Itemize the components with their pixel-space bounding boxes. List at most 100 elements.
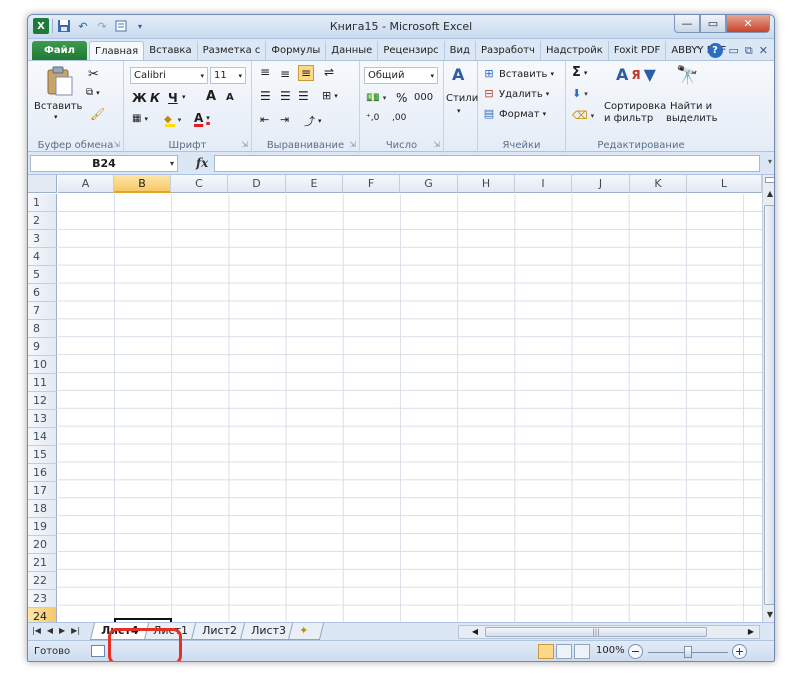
column-header-g[interactable]: G bbox=[400, 175, 458, 193]
formula-input[interactable] bbox=[214, 155, 760, 172]
split-box[interactable] bbox=[765, 177, 774, 183]
bold-button[interactable]: Ж bbox=[132, 91, 147, 105]
row-header[interactable]: 21 bbox=[28, 554, 57, 572]
tab-addins[interactable]: Надстройк bbox=[541, 41, 609, 60]
copy-icon[interactable]: ⧉ ▾ bbox=[86, 87, 100, 98]
styles-icon[interactable]: A bbox=[452, 65, 464, 84]
fill-color-icon[interactable]: ◆ ▾ bbox=[164, 112, 181, 127]
clear-icon[interactable]: ⌫ ▾ bbox=[572, 109, 594, 122]
column-header-b[interactable]: B bbox=[114, 175, 171, 193]
sort-filter-label-2[interactable]: и фильтр bbox=[604, 113, 653, 124]
wrap-text-icon[interactable]: ⇌ bbox=[324, 65, 334, 79]
tab-page-layout[interactable]: Разметка с bbox=[198, 41, 267, 60]
column-header-c[interactable]: C bbox=[171, 175, 228, 193]
find-select-label-2[interactable]: выделить bbox=[666, 113, 717, 124]
horizontal-scrollbar[interactable]: ◀ ||| ▶ bbox=[458, 625, 760, 639]
name-box-dropdown-icon[interactable]: ▾ bbox=[170, 159, 174, 168]
vertical-scroll-thumb[interactable] bbox=[764, 205, 774, 605]
currency-icon[interactable]: 💵 ▾ bbox=[366, 91, 386, 104]
decrease-indent-icon[interactable]: ⇤ bbox=[260, 113, 269, 126]
align-right-icon[interactable]: ☰ bbox=[298, 89, 309, 103]
font-color-icon[interactable]: A ▾ bbox=[194, 111, 210, 125]
underline-dropdown-icon[interactable]: ▾ bbox=[182, 93, 186, 101]
paste-button[interactable]: Вставить bbox=[34, 101, 82, 112]
row-header[interactable]: 14 bbox=[28, 428, 57, 446]
align-bottom-icon[interactable]: ≡ bbox=[298, 65, 315, 81]
horizontal-scroll-thumb[interactable]: ||| bbox=[485, 627, 707, 637]
shrink-font-button[interactable]: A bbox=[226, 92, 234, 103]
column-header-f[interactable]: F bbox=[343, 175, 400, 193]
insert-sheet-tab[interactable]: ✦ bbox=[287, 623, 325, 640]
expand-formula-bar-icon[interactable]: ▾ bbox=[768, 157, 772, 166]
row-header[interactable]: 17 bbox=[28, 482, 57, 500]
delete-cells-button[interactable]: ⊟ Удалить ▾ bbox=[482, 87, 549, 101]
row-header-selected[interactable]: 24 bbox=[28, 608, 57, 622]
row-header[interactable]: 2 bbox=[28, 212, 57, 230]
number-format-combo[interactable]: Общий ▾ bbox=[364, 67, 438, 84]
column-header-e[interactable]: E bbox=[286, 175, 343, 193]
merge-center-icon[interactable]: ⊞ ▾ bbox=[322, 89, 338, 102]
column-header-l[interactable]: L bbox=[687, 175, 762, 193]
help-icon[interactable]: ? bbox=[707, 43, 723, 58]
first-sheet-icon[interactable]: |◀ bbox=[32, 626, 41, 635]
tab-insert[interactable]: Вставка bbox=[144, 41, 198, 60]
zoom-in-button[interactable]: + bbox=[732, 644, 747, 659]
next-sheet-icon[interactable]: ▶ bbox=[59, 626, 65, 635]
row-header[interactable]: 5 bbox=[28, 266, 57, 284]
insert-cells-button[interactable]: ⊞ Вставить ▾ bbox=[482, 67, 554, 81]
tab-developer[interactable]: Разработч bbox=[476, 41, 541, 60]
styles-dropdown-icon[interactable]: ▾ bbox=[457, 107, 461, 115]
scroll-left-arrow-icon[interactable]: ◀ bbox=[469, 626, 481, 638]
find-select-icon[interactable]: 🔭 bbox=[676, 65, 698, 86]
minimize-button[interactable]: — bbox=[674, 15, 700, 33]
column-header-h[interactable]: H bbox=[458, 175, 515, 193]
insert-function-icon[interactable]: fx bbox=[196, 156, 208, 170]
scroll-right-arrow-icon[interactable]: ▶ bbox=[745, 626, 757, 638]
maximize-button[interactable]: ▭ bbox=[700, 15, 726, 33]
tab-home[interactable]: Главная bbox=[89, 41, 145, 60]
align-middle-icon[interactable]: ≡ bbox=[280, 67, 290, 81]
increase-decimal-icon[interactable]: ⁺,0 bbox=[366, 113, 379, 123]
format-cells-button[interactable]: ▤ Формат ▾ bbox=[482, 107, 546, 121]
row-header[interactable]: 20 bbox=[28, 536, 57, 554]
row-header[interactable]: 16 bbox=[28, 464, 57, 482]
page-break-view-button[interactable] bbox=[574, 644, 590, 659]
tab-data[interactable]: Данные bbox=[326, 41, 379, 60]
align-center-icon[interactable]: ☰ bbox=[280, 89, 291, 103]
column-header-a[interactable]: A bbox=[58, 175, 114, 193]
row-header[interactable]: 6 bbox=[28, 284, 57, 302]
scroll-up-arrow-icon[interactable]: ▲ bbox=[763, 187, 774, 201]
autosum-button[interactable]: Σ ▾ bbox=[572, 65, 587, 80]
percent-button[interactable]: % bbox=[396, 91, 407, 105]
prev-sheet-icon[interactable]: ◀ bbox=[47, 626, 53, 635]
column-header-j[interactable]: J bbox=[572, 175, 630, 193]
find-select-label[interactable]: Найти и bbox=[670, 101, 712, 112]
number-launcher-icon[interactable]: ⇲ bbox=[433, 140, 440, 149]
align-left-icon[interactable]: ☰ bbox=[260, 89, 271, 103]
row-header[interactable]: 18 bbox=[28, 500, 57, 518]
underline-button[interactable]: Ч bbox=[168, 91, 178, 105]
tab-review[interactable]: Рецензирс bbox=[378, 41, 445, 60]
zoom-out-button[interactable]: − bbox=[628, 644, 643, 659]
paste-icon[interactable] bbox=[44, 65, 76, 97]
styles-button[interactable]: Стили bbox=[446, 93, 478, 104]
row-header[interactable]: 15 bbox=[28, 446, 57, 464]
macro-record-icon[interactable] bbox=[91, 645, 105, 657]
orientation-icon[interactable]: ⤴ ▾ bbox=[304, 113, 322, 129]
row-header[interactable]: 22 bbox=[28, 572, 57, 590]
tab-file[interactable]: Файл bbox=[32, 41, 87, 60]
row-header[interactable]: 7 bbox=[28, 302, 57, 320]
decrease-decimal-icon[interactable]: ,00 bbox=[392, 113, 406, 123]
increase-indent-icon[interactable]: ⇥ bbox=[280, 113, 289, 126]
vertical-scrollbar[interactable]: ▲ ▼ bbox=[762, 175, 774, 622]
row-header[interactable]: 3 bbox=[28, 230, 57, 248]
row-header[interactable]: 13 bbox=[28, 410, 57, 428]
row-header[interactable]: 8 bbox=[28, 320, 57, 338]
paste-dropdown-icon[interactable]: ▾ bbox=[54, 113, 58, 121]
row-header[interactable]: 19 bbox=[28, 518, 57, 536]
format-painter-icon[interactable]: 🖌 bbox=[90, 107, 105, 121]
tab-formulas[interactable]: Формулы bbox=[266, 41, 327, 60]
thousands-button[interactable]: 000 bbox=[414, 92, 433, 103]
zoom-slider-thumb[interactable] bbox=[684, 646, 692, 658]
row-header[interactable]: 1 bbox=[28, 194, 57, 212]
